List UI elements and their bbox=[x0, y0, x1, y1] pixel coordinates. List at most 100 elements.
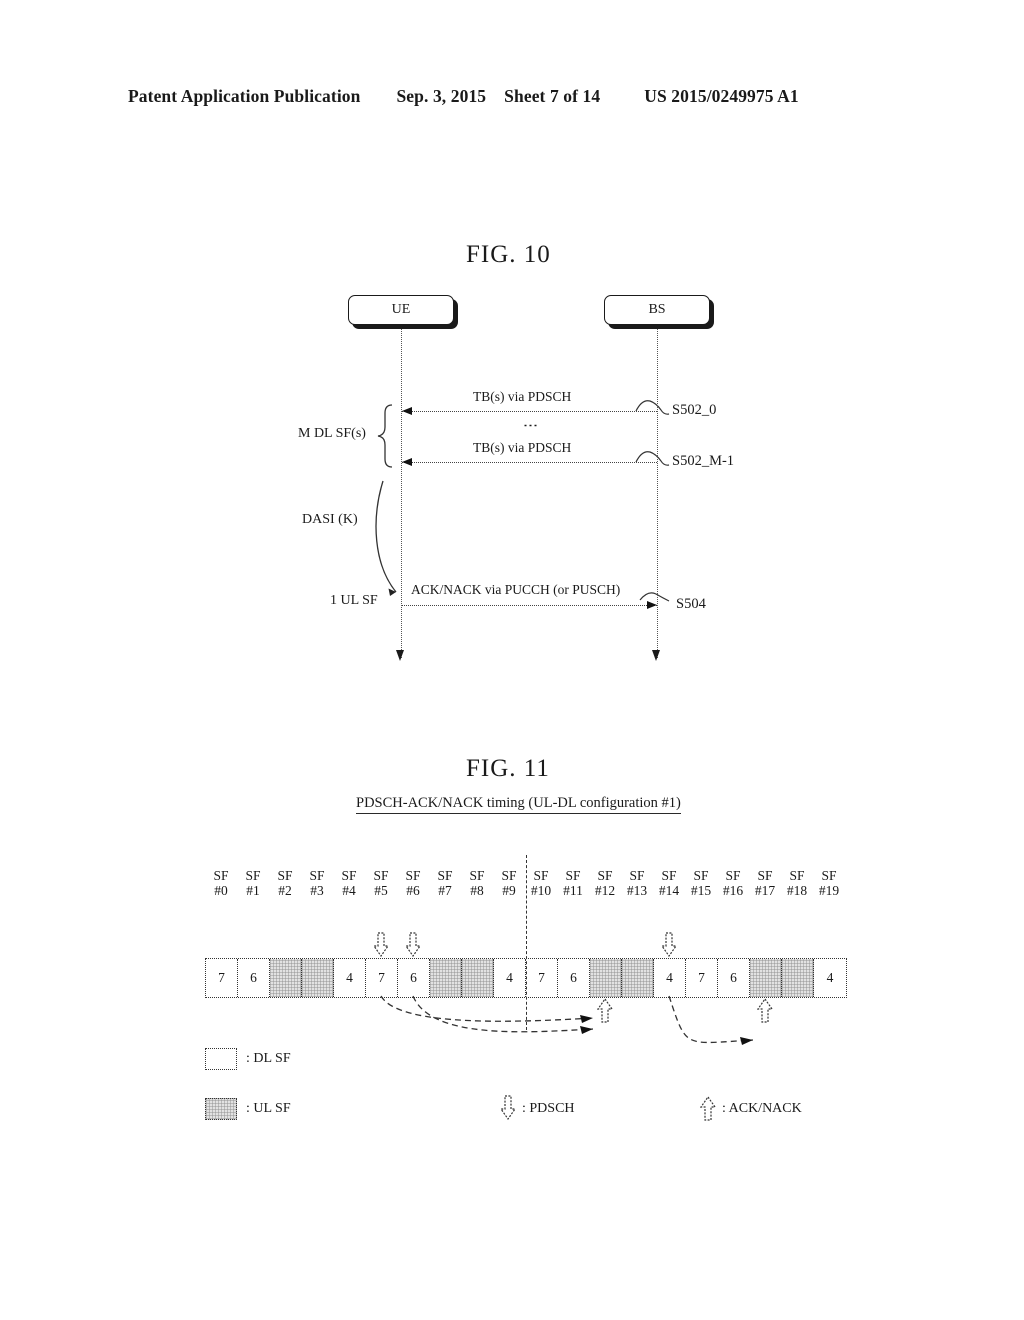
subframe-cell-4[interactable]: 4 bbox=[334, 959, 366, 997]
subframe-tick-prefix: SF bbox=[821, 868, 837, 883]
subframe-tick-index: #7 bbox=[438, 883, 452, 898]
timing-arrow-14-to-17 bbox=[668, 995, 754, 1044]
subframe-tick-prefix: SF bbox=[693, 868, 709, 883]
pdsch-marker-sf5 bbox=[372, 932, 390, 963]
lifeline-ue bbox=[401, 325, 402, 658]
step-label-0: S502_0 bbox=[672, 402, 717, 418]
message-arrowhead-1 bbox=[402, 458, 412, 466]
subframe-cell-5[interactable]: 7 bbox=[366, 959, 398, 997]
legend-label-dl-sf: : DL SF bbox=[246, 1051, 291, 1066]
subframe-cell-17[interactable] bbox=[750, 959, 782, 997]
subframe-cell-10[interactable]: 7 bbox=[526, 959, 558, 997]
subframe-cell-13[interactable] bbox=[622, 959, 654, 997]
radio-frame-divider bbox=[526, 855, 527, 1030]
subframe-cell-1[interactable]: 6 bbox=[238, 959, 270, 997]
subframe-tick-5: SF #5 bbox=[365, 868, 397, 898]
subframe-tick-prefix: SF bbox=[213, 868, 229, 883]
subframe-tick-prefix: SF bbox=[565, 868, 581, 883]
message-line-2 bbox=[402, 605, 657, 606]
subframe-cell-8[interactable] bbox=[462, 959, 494, 997]
subframe-cell-7[interactable] bbox=[430, 959, 462, 997]
subframe-cell-6[interactable]: 6 bbox=[398, 959, 430, 997]
subframe-tick-prefix: SF bbox=[789, 868, 805, 883]
subframe-tick-index: #19 bbox=[818, 883, 840, 898]
legend-icon-pdsch bbox=[499, 1095, 517, 1126]
subframe-tick-index: #14 bbox=[658, 883, 680, 898]
subframe-tick-4: SF #4 bbox=[333, 868, 365, 898]
figure-10: FIG. 10 UE BS TB(s) via PDSCH S502_0 ⋮ T… bbox=[0, 0, 1024, 661]
subframe-tick-10: SF #10 bbox=[525, 868, 557, 898]
timing-arrow-6-to-12 bbox=[412, 995, 594, 1033]
subframe-tick-index: #9 bbox=[502, 883, 516, 898]
subframe-tick-prefix: SF bbox=[757, 868, 773, 883]
timing-arrow-5-to-12 bbox=[380, 995, 594, 1022]
down-arrow-icon bbox=[660, 932, 678, 958]
message-line-1 bbox=[402, 462, 657, 463]
subframe-tick-11: SF #11 bbox=[557, 868, 589, 898]
down-arrow-icon bbox=[372, 932, 390, 958]
subframe-tick-18: SF #18 bbox=[781, 868, 813, 898]
figure-11-title: FIG. 11 bbox=[466, 755, 550, 782]
lifeline-bs bbox=[657, 325, 658, 658]
message-label-1: TB(s) via PDSCH bbox=[470, 440, 575, 456]
message-label-0: TB(s) via PDSCH bbox=[470, 389, 575, 405]
subframe-tick-index: #5 bbox=[374, 883, 388, 898]
subframe-tick-prefix: SF bbox=[629, 868, 645, 883]
message-arrowhead-2 bbox=[647, 601, 657, 609]
subframe-cell-14[interactable]: 4 bbox=[654, 959, 686, 997]
subframe-cell-19[interactable]: 4 bbox=[814, 959, 846, 997]
subframe-tick-index: #12 bbox=[594, 883, 616, 898]
pdsch-marker-sf14 bbox=[660, 932, 678, 963]
subframe-cell-3[interactable] bbox=[302, 959, 334, 997]
node-label-ue: UE bbox=[391, 302, 411, 317]
subframe-tick-prefix: SF bbox=[597, 868, 613, 883]
step-label-1: S502_M-1 bbox=[672, 453, 735, 469]
annotation-m-dl-sf: M DL SF(s) bbox=[298, 426, 366, 441]
subframe-tick-index: #15 bbox=[690, 883, 712, 898]
annotation-dasi: DASI (K) bbox=[302, 512, 358, 527]
subframe-tick-13: SF #13 bbox=[621, 868, 653, 898]
subframe-tick-prefix: SF bbox=[469, 868, 485, 883]
leader-squiggle-1 bbox=[635, 451, 670, 466]
acknack-marker-sf12 bbox=[596, 997, 614, 1028]
timing-arrowhead-6-to-12 bbox=[580, 1026, 593, 1034]
subframe-tick-19: SF #19 bbox=[813, 868, 845, 898]
message-arrowhead-0 bbox=[402, 407, 412, 415]
subframe-tick-17: SF #17 bbox=[749, 868, 781, 898]
legend-swatch-dl-sf bbox=[205, 1048, 237, 1070]
legend-label-acknack: : ACK/NACK bbox=[722, 1101, 802, 1116]
subframe-tick-prefix: SF bbox=[245, 868, 261, 883]
subframe-tick-6: SF #6 bbox=[397, 868, 429, 898]
subframe-cell-16[interactable]: 6 bbox=[718, 959, 750, 997]
subframe-cell-0[interactable]: 7 bbox=[206, 959, 238, 997]
step-label-2: S504 bbox=[676, 596, 706, 612]
subframe-cell-15[interactable]: 7 bbox=[686, 959, 718, 997]
up-arrow-icon bbox=[756, 997, 774, 1023]
subframe-cell-18[interactable] bbox=[782, 959, 814, 997]
subframe-tick-1: SF #1 bbox=[237, 868, 269, 898]
node-box-bs: BS bbox=[604, 295, 710, 325]
subframe-tick-index: #10 bbox=[530, 883, 552, 898]
brace-m-dl-sf bbox=[377, 404, 393, 468]
timing-arrowhead-14-to-17 bbox=[740, 1037, 753, 1045]
subframe-cell-12[interactable] bbox=[590, 959, 622, 997]
figure-11-subtitle: PDSCH-ACK/NACK timing (UL-DL configurati… bbox=[356, 795, 681, 814]
subframe-tick-prefix: SF bbox=[405, 868, 421, 883]
subframe-tick-index: #3 bbox=[310, 883, 324, 898]
figure-10-title: FIG. 10 bbox=[466, 241, 551, 268]
leader-squiggle-0 bbox=[635, 400, 670, 415]
lifeline-bs-terminator bbox=[652, 650, 660, 661]
subframe-tick-index: #6 bbox=[406, 883, 420, 898]
down-arrow-icon bbox=[404, 932, 422, 958]
subframe-tick-prefix: SF bbox=[373, 868, 389, 883]
subframe-tick-prefix: SF bbox=[277, 868, 293, 883]
subframe-tick-9: SF #9 bbox=[493, 868, 525, 898]
subframe-cell-11[interactable]: 6 bbox=[558, 959, 590, 997]
subframe-tick-index: #13 bbox=[626, 883, 648, 898]
down-arrow-icon bbox=[499, 1095, 517, 1121]
subframe-cell-9[interactable]: 4 bbox=[494, 959, 526, 997]
subframe-tick-12: SF #12 bbox=[589, 868, 621, 898]
legend-icon-acknack bbox=[699, 1095, 717, 1126]
subframe-cell-2[interactable] bbox=[270, 959, 302, 997]
acknack-marker-sf17 bbox=[756, 997, 774, 1028]
